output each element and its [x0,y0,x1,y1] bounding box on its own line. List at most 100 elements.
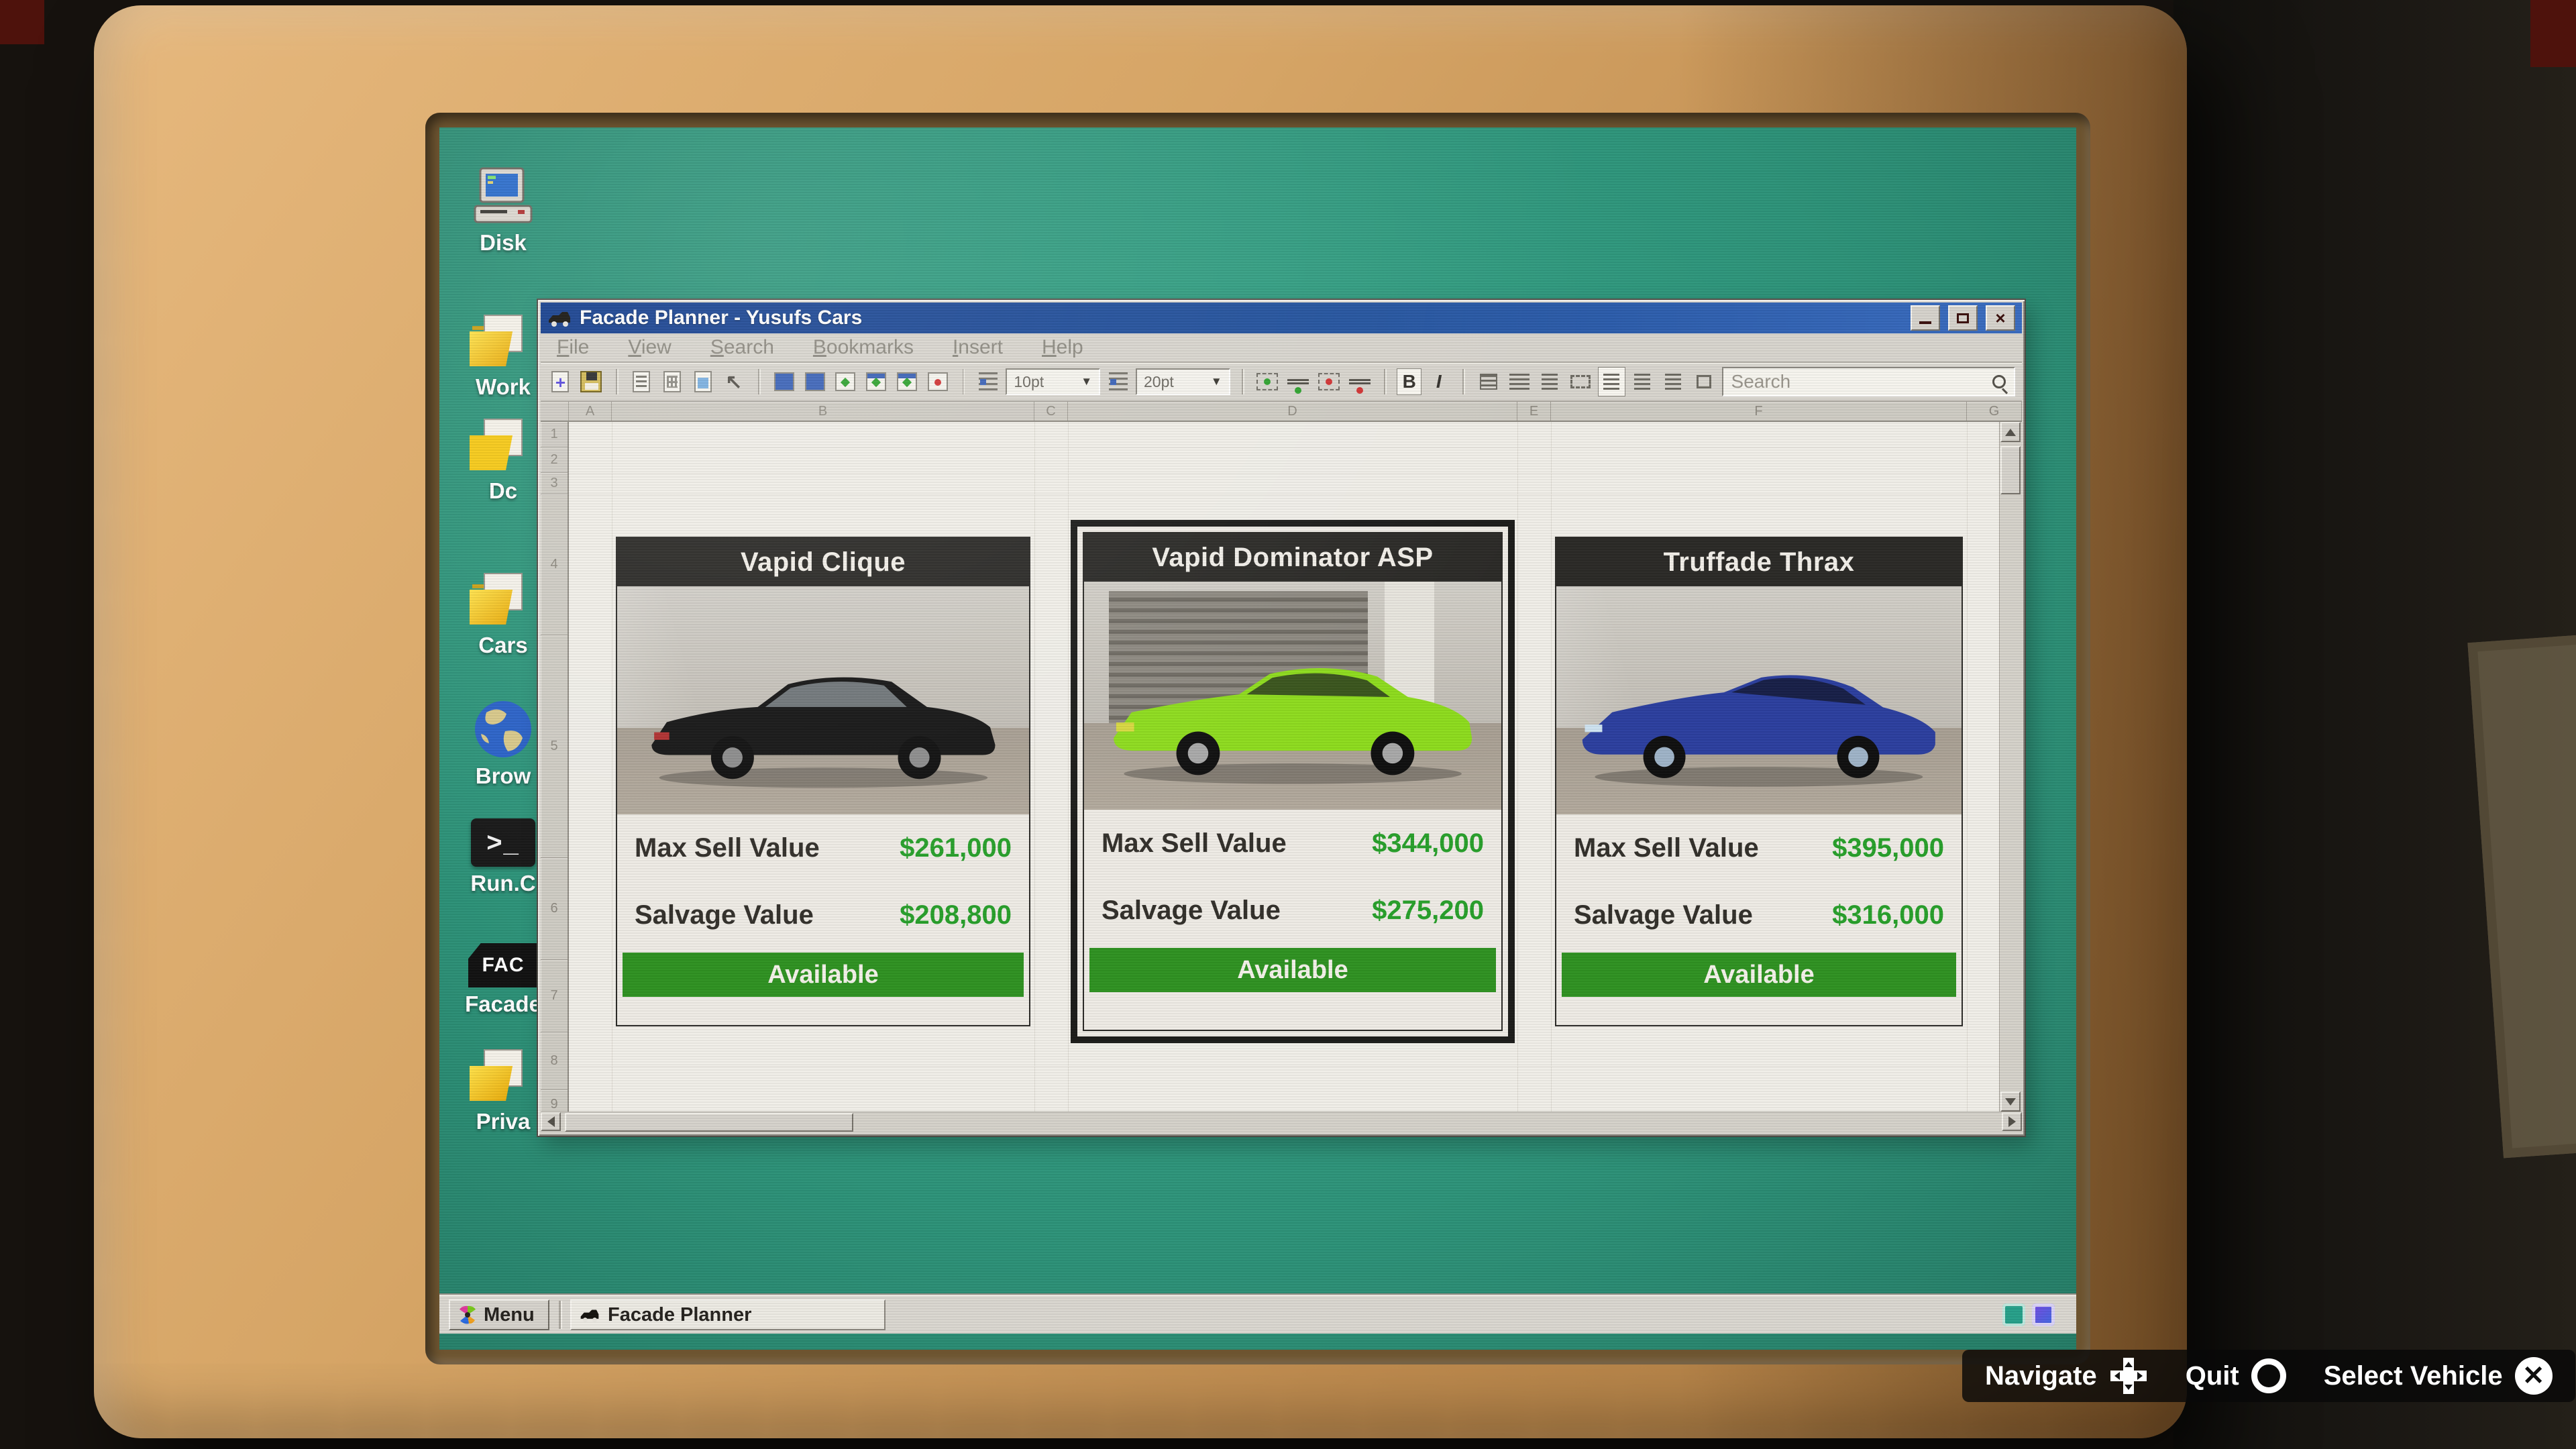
menu-view[interactable]: View [628,336,671,359]
row-header[interactable]: 8 [541,1032,568,1090]
tray-app-icon[interactable] [2032,1303,2055,1326]
circle-button-icon [2251,1358,2286,1393]
menu-file[interactable]: File [557,336,589,359]
column-header[interactable]: A [569,402,612,421]
taskbar: Menu Facade Planner [439,1295,2076,1334]
row-header[interactable]: 9 [541,1090,568,1112]
app-icon [580,1309,599,1322]
scrollbar-thumb[interactable] [2000,446,2021,494]
taskbar-task-facade-planner[interactable]: Facade Planner [570,1299,885,1330]
align-bottom-button[interactable] [1660,368,1686,396]
column-header[interactable]: G [1967,402,2022,421]
sheet-corner-cell[interactable] [541,402,569,421]
delete-row-below-button[interactable] [1346,368,1373,396]
scroll-right-button[interactable] [2002,1112,2022,1131]
panel-header-green-button[interactable] [863,368,890,396]
new-file-button[interactable] [547,368,574,396]
font-size-select-small[interactable]: 10pt ▼ [1006,368,1101,395]
row-header[interactable]: 1 [541,422,568,447]
chevron-down-icon: ▼ [1210,375,1222,388]
column-header[interactable]: B [612,402,1034,421]
select-vehicle-label: Select Vehicle [2323,1360,2503,1391]
salvage-row: Salvage Value $316,000 [1556,881,1962,949]
hud-navigate: Navigate [1985,1356,2148,1395]
panel-blue-button-2[interactable] [802,368,828,396]
app-icon [549,312,570,327]
cross-button-icon: ✕ [2514,1357,2553,1395]
panel-red-dot-button[interactable] [925,368,951,396]
column-header[interactable]: C [1034,402,1068,421]
navigate-label: Navigate [1985,1360,2097,1391]
spreadsheet: A B C D E F G 1 2 3 4 5 6 7 8 9 Vapid Cl… [541,402,2022,1133]
availability-badge: Available [623,953,1024,997]
font-size-select-large[interactable]: 20pt ▼ [1136,368,1230,395]
vertical-scrollbar[interactable] [1999,422,2022,1112]
borders-button[interactable] [1475,368,1501,396]
menu-button-label: Menu [484,1303,535,1326]
italic-button[interactable]: I [1426,368,1451,395]
minimize-button[interactable] [1911,305,1940,331]
column-header[interactable]: D [1068,402,1517,421]
row-header[interactable]: 5 [541,635,568,858]
insert-image-button[interactable] [690,368,716,396]
panel-header-green-button-2[interactable] [894,368,920,396]
menu-bookmarks[interactable]: Bookmarks [813,336,914,359]
window-title: Facade Planner - Yusufs Cars [580,307,863,329]
panel-green-diamond-button[interactable] [833,368,859,396]
scroll-up-button[interactable] [2000,422,2021,442]
toolbar-separator [962,369,964,394]
close-button[interactable]: × [1986,305,2015,331]
tray-network-icon[interactable] [2002,1303,2025,1326]
window-titlebar[interactable]: Facade Planner - Yusufs Cars × [541,303,2022,333]
align-top-button[interactable] [1597,367,1625,396]
menu-search[interactable]: Search [710,336,774,359]
car-illustration [1113,667,1472,784]
search-icon[interactable] [1992,375,2006,388]
panel-blue-button[interactable] [771,368,797,396]
availability-badge: Available [1089,948,1496,992]
menu-insert[interactable]: Insert [953,336,1003,359]
vehicle-card-vapid-clique[interactable]: Vapid Clique Max Sell Value $261,000 Sal… [616,537,1030,1026]
task-button-label: Facade Planner [608,1303,752,1326]
page-dots-button[interactable] [659,368,686,396]
insert-row-button[interactable] [1254,368,1281,396]
row-header-column: 1 2 3 4 5 6 7 8 9 10 11 12 [541,422,569,1112]
page-lines-button[interactable] [629,368,655,396]
desktop-icon-disk[interactable]: Disk [449,164,557,256]
toolbar-separator [1462,369,1464,394]
row-header[interactable]: 4 [541,494,568,635]
row-header[interactable]: 6 [541,858,568,960]
start-menu-button[interactable]: Menu [449,1299,549,1330]
search-input[interactable] [1731,371,1992,392]
horizontal-scrollbar[interactable] [541,1112,2022,1133]
align-center-button[interactable] [1537,368,1563,396]
save-button[interactable] [578,368,604,396]
scrollbar-thumb[interactable] [565,1113,853,1132]
salvage-label: Salvage Value [1574,900,1753,930]
salvage-label: Salvage Value [1102,895,1281,925]
maximize-button[interactable] [1948,305,1978,331]
toolbar-separator [758,369,760,394]
col-width-icon [1105,368,1131,396]
row-header[interactable]: 7 [541,960,568,1032]
scroll-left-button[interactable] [541,1112,561,1131]
salvage-value: $316,000 [1832,900,1944,930]
sheet-cells[interactable]: Vapid Clique Max Sell Value $261,000 Sal… [569,422,1999,1112]
column-header[interactable]: E [1517,402,1551,421]
column-header[interactable]: F [1551,402,1967,421]
row-header[interactable]: 3 [541,473,568,494]
align-left-button[interactable] [1506,368,1532,396]
merge-cells-button[interactable] [1568,368,1594,396]
cursor-select-button[interactable]: ↖ [720,368,747,396]
bold-button[interactable]: B [1397,368,1422,395]
insert-row-below-button[interactable] [1285,368,1311,396]
vehicle-card-vapid-dominator-asp[interactable]: Vapid Dominator ASP Max Sell Value $344,… [1083,532,1503,1031]
menu-help[interactable]: Help [1042,336,1083,359]
delete-row-button[interactable] [1316,368,1342,396]
align-middle-button[interactable] [1629,368,1656,396]
row-header[interactable]: 2 [541,447,568,473]
cell-frame-button[interactable] [1691,368,1717,396]
scroll-down-button[interactable] [2000,1091,2021,1112]
vehicle-card-truffade-thrax[interactable]: Truffade Thrax Max Sell Value $395,000 S… [1555,537,1963,1026]
vehicle-photo [1084,582,1501,810]
